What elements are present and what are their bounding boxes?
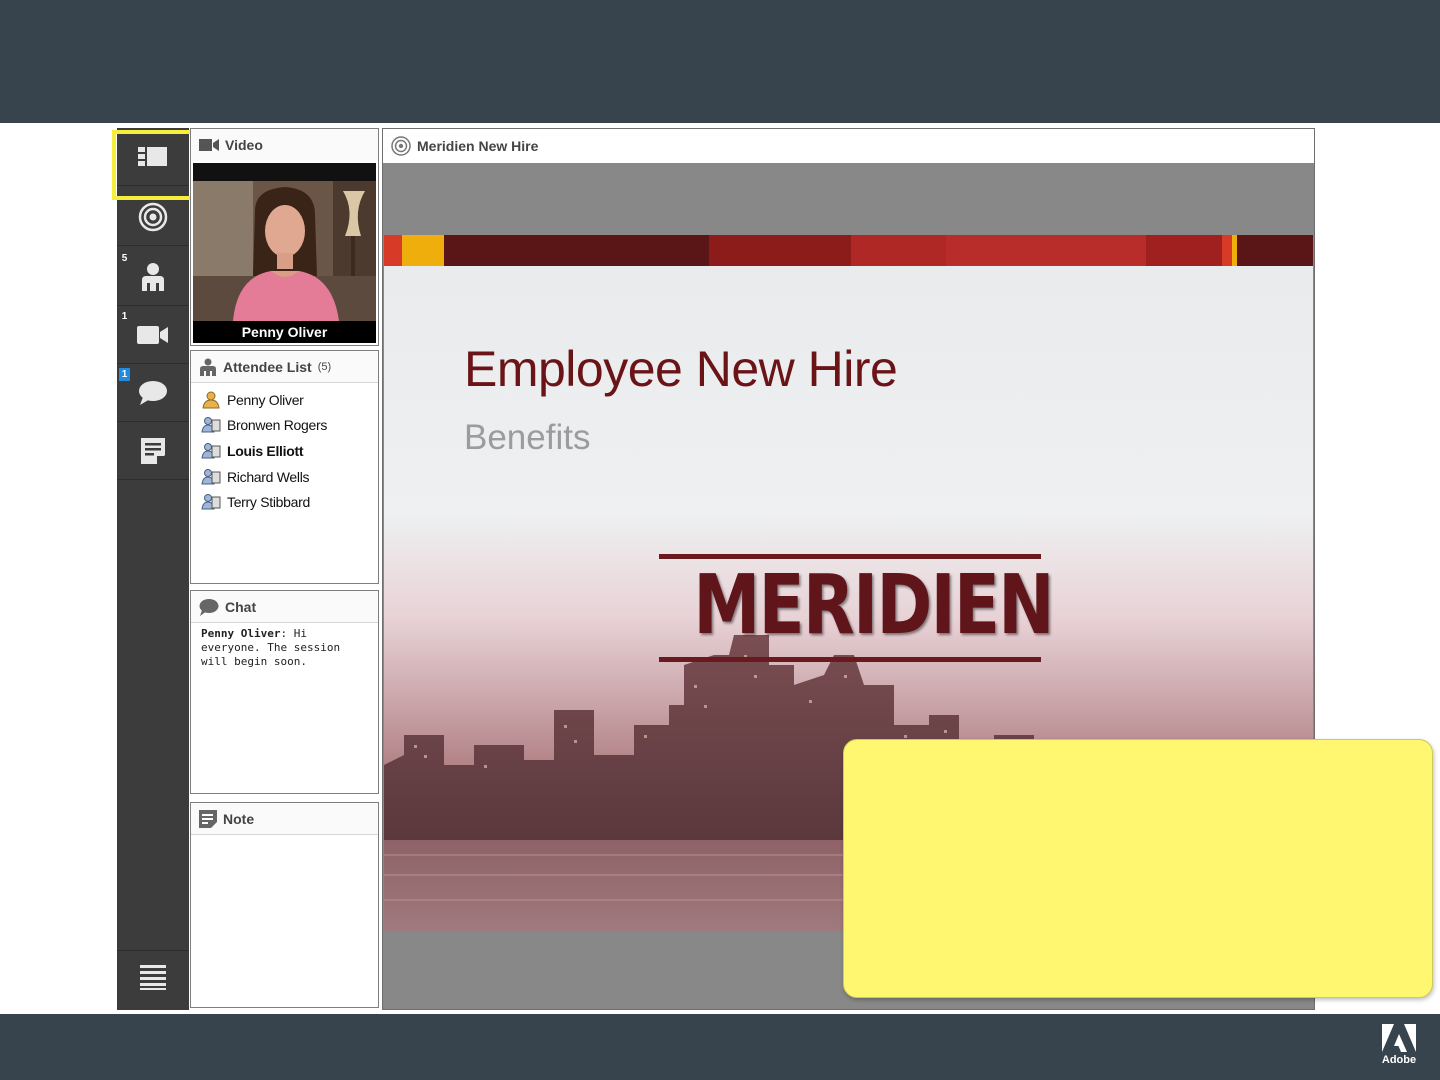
attendee-name: Penny Oliver <box>227 391 304 408</box>
video-pod-header: Video <box>191 129 378 161</box>
menu-icon <box>140 964 166 995</box>
chat-pod-header: Chat <box>191 591 378 623</box>
note-pod-header: Note <box>191 803 378 835</box>
participant-icon <box>201 417 221 433</box>
pod-icon-rail: 5 1 1 <box>117 128 189 1010</box>
callout-box <box>843 739 1433 998</box>
layout-highlight-frame <box>112 130 194 200</box>
participant-icon <box>201 494 221 510</box>
video-feed[interactable]: Penny Oliver <box>193 163 376 343</box>
chat-message: Penny Oliver: Hi everyone. The session w… <box>191 623 378 669</box>
logo-wordmark: MERIDIEN <box>693 558 1054 653</box>
slide-subtitle: Benefits <box>464 418 591 457</box>
attendee-row[interactable]: Bronwen Rogers <box>201 413 378 439</box>
participant-icon <box>201 468 221 485</box>
share-pod-header: Meridien New Hire <box>383 129 1314 163</box>
attendee-name: Bronwen Rogers <box>227 417 328 434</box>
speech-bubble-icon <box>138 380 168 406</box>
footer-band <box>0 1014 1440 1080</box>
participant-icon <box>201 442 221 459</box>
slide-color-band <box>384 235 1313 266</box>
attendees-icon <box>199 358 217 376</box>
camera-icon <box>137 325 169 345</box>
attendee-row[interactable]: Louis Elliott <box>201 438 378 464</box>
attendee-list-pod: Attendee List (5) Penny Oliver Bronwen R… <box>190 350 379 584</box>
video-badge: 1 <box>121 311 128 322</box>
meridien-logo: MERIDIEN <box>659 554 1055 664</box>
webcam-image <box>193 181 376 321</box>
chat-sender: Penny Oliver <box>201 627 281 640</box>
person-icon <box>139 262 167 292</box>
speech-bubble-icon <box>199 598 219 616</box>
header-band <box>0 0 1440 123</box>
attendee-name: Louis Elliott <box>227 442 304 459</box>
video-button[interactable]: 1 <box>117 306 189 364</box>
video-pod-title: Video <box>225 137 263 153</box>
adobe-logo-text: Adobe <box>1381 1054 1417 1066</box>
note-icon <box>140 437 166 465</box>
note-pod: Note <box>190 802 379 1008</box>
notes-button[interactable] <box>117 422 189 480</box>
camera-icon <box>199 139 219 151</box>
chat-pod: Chat Penny Oliver: Hi everyone. The sess… <box>190 590 379 794</box>
chat-pod-title: Chat <box>225 598 257 615</box>
attendee-pod-header: Attendee List (5) <box>191 351 378 383</box>
note-icon <box>199 809 217 828</box>
attendee-name: Terry Stibbard <box>227 494 310 511</box>
attendees-badge: 5 <box>121 253 128 264</box>
note-pod-title: Note <box>223 810 255 827</box>
attendee-row[interactable]: Richard Wells <box>201 464 378 490</box>
target-icon <box>391 136 411 156</box>
chat-badge: 1 <box>119 368 130 381</box>
target-icon <box>138 202 168 232</box>
share-pod-title: Meridien New Hire <box>417 138 539 154</box>
attendee-pod-title: Attendee List <box>223 358 312 375</box>
attendee-row[interactable]: Penny Oliver <box>201 387 378 413</box>
menu-button[interactable] <box>117 950 189 1008</box>
attendee-name: Richard Wells <box>227 468 310 485</box>
chat-button[interactable]: 1 <box>117 364 189 422</box>
attendee-count: (5) <box>317 360 332 373</box>
attendee-row[interactable]: Terry Stibbard <box>201 489 378 515</box>
video-pod: Video Penny Oliver <box>190 128 379 346</box>
slide-title: Employee New Hire <box>464 341 898 397</box>
attendee-list: Penny Oliver Bronwen Rogers Louis Elliot… <box>191 383 378 515</box>
host-icon <box>202 391 220 409</box>
video-participant-name: Penny Oliver <box>193 321 376 343</box>
attendees-button[interactable]: 5 <box>117 248 189 306</box>
adobe-logo: Adobe <box>1378 1024 1420 1072</box>
adobe-logo-icon <box>1382 1024 1416 1052</box>
